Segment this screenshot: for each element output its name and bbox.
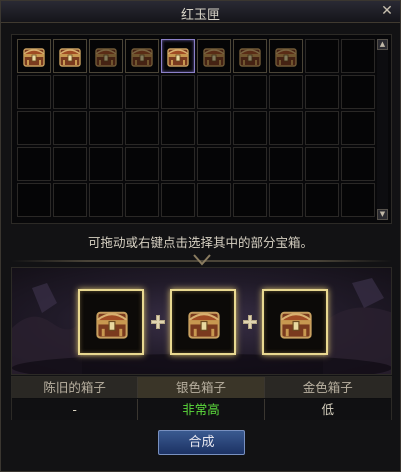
chevron-down-icon xyxy=(193,254,211,266)
inventory-grid xyxy=(17,39,375,217)
combo-slot-2[interactable] xyxy=(170,289,236,355)
probability-table: 陈旧的箱子 银色箱子 金色箱子 - 非常高 低 xyxy=(11,376,392,420)
inventory-slot[interactable] xyxy=(341,75,375,109)
inventory-slot[interactable] xyxy=(269,111,303,145)
inventory-slot[interactable] xyxy=(89,147,123,181)
inventory-slot[interactable] xyxy=(305,147,339,181)
inventory-slot[interactable] xyxy=(125,183,159,217)
inventory-slot[interactable] xyxy=(233,183,267,217)
table-row: - 非常高 低 xyxy=(12,399,391,420)
inventory-slot[interactable] xyxy=(305,75,339,109)
inventory-slot[interactable] xyxy=(161,111,195,145)
scroll-down-icon[interactable]: ▼ xyxy=(377,209,388,220)
header-old-box: 陈旧的箱子 xyxy=(12,377,139,398)
inventory-slot[interactable] xyxy=(305,183,339,217)
title-bar[interactable]: 红玉匣 ✕ xyxy=(1,1,400,23)
inventory-slot[interactable] xyxy=(305,111,339,145)
chest-icon xyxy=(131,48,153,67)
inventory-slot[interactable] xyxy=(17,39,51,73)
combo-slot-1[interactable] xyxy=(78,289,144,355)
value-gold-box: 低 xyxy=(321,402,334,417)
inventory-slot[interactable] xyxy=(233,75,267,109)
chest-icon xyxy=(96,311,128,339)
inventory-slot[interactable] xyxy=(197,183,231,217)
value-silver-box: 非常高 xyxy=(138,399,265,420)
plus-icon xyxy=(151,315,165,329)
inventory-slot[interactable] xyxy=(161,39,195,73)
chest-icon xyxy=(23,48,45,67)
inventory-slot[interactable] xyxy=(125,39,159,73)
inventory-slot[interactable] xyxy=(17,75,51,109)
inventory-slot[interactable] xyxy=(233,147,267,181)
value-old-box: - xyxy=(12,399,139,420)
chest-icon xyxy=(59,48,81,67)
inventory-slot[interactable] xyxy=(125,75,159,109)
inventory-slot[interactable] xyxy=(197,111,231,145)
scrollbar[interactable]: ▲ ▼ xyxy=(377,39,388,220)
header-gold-box: 金色箱子 xyxy=(302,380,353,395)
chest-icon xyxy=(167,48,189,67)
inventory-slot[interactable] xyxy=(125,111,159,145)
inventory-slot[interactable] xyxy=(161,183,195,217)
inventory-slot[interactable] xyxy=(53,75,87,109)
inventory-slot[interactable] xyxy=(89,75,123,109)
chest-icon xyxy=(280,311,312,339)
inventory-slot[interactable] xyxy=(53,39,87,73)
chest-icon xyxy=(188,311,220,339)
inventory-slot[interactable] xyxy=(89,39,123,73)
instruction-text: 可拖动或右键点击选择其中的部分宝箱。 xyxy=(87,235,313,250)
inventory-slot[interactable] xyxy=(53,183,87,217)
scroll-up-icon[interactable]: ▲ xyxy=(377,39,388,50)
inventory-slot[interactable] xyxy=(341,147,375,181)
inventory-slot[interactable] xyxy=(269,147,303,181)
inventory-slot[interactable] xyxy=(89,183,123,217)
combo-slot-3[interactable] xyxy=(262,289,328,355)
inventory-slot[interactable] xyxy=(197,39,231,73)
chest-icon xyxy=(95,48,117,67)
inventory-slot[interactable] xyxy=(197,147,231,181)
inventory-slot[interactable] xyxy=(233,111,267,145)
inventory-slot[interactable] xyxy=(269,75,303,109)
plus-icon xyxy=(243,315,257,329)
inventory-panel: ▲ ▼ xyxy=(11,34,392,224)
inventory-slot[interactable] xyxy=(17,111,51,145)
table-header: 陈旧的箱子 银色箱子 金色箱子 xyxy=(12,377,391,398)
inventory-slot[interactable] xyxy=(341,39,375,73)
window-title: 红玉匣 xyxy=(180,8,220,23)
inventory-slot[interactable] xyxy=(161,147,195,181)
combine-button[interactable]: 合成 xyxy=(158,430,245,455)
red-jade-box-window: 红玉匣 ✕ ▲ ▼ 可拖动或右键点击选择其中的部分宝箱。 陈旧的箱子 银色箱子 … xyxy=(0,0,401,472)
inventory-slot[interactable] xyxy=(53,111,87,145)
inventory-slot[interactable] xyxy=(305,39,339,73)
inventory-slot[interactable] xyxy=(341,183,375,217)
inventory-slot[interactable] xyxy=(17,147,51,181)
inventory-slot[interactable] xyxy=(341,111,375,145)
inventory-slot[interactable] xyxy=(233,39,267,73)
chest-icon xyxy=(239,48,261,67)
inventory-slot[interactable] xyxy=(53,147,87,181)
close-icon[interactable]: ✕ xyxy=(380,3,394,19)
combination-panel xyxy=(11,267,392,375)
inventory-slot[interactable] xyxy=(269,183,303,217)
inventory-slot[interactable] xyxy=(197,75,231,109)
header-silver-box: 银色箱子 xyxy=(138,377,265,398)
inventory-slot[interactable] xyxy=(269,39,303,73)
inventory-slot[interactable] xyxy=(161,75,195,109)
inventory-slot[interactable] xyxy=(17,183,51,217)
inventory-slot[interactable] xyxy=(125,147,159,181)
chest-icon xyxy=(275,48,297,67)
inventory-slot[interactable] xyxy=(89,111,123,145)
chest-icon xyxy=(203,48,225,67)
